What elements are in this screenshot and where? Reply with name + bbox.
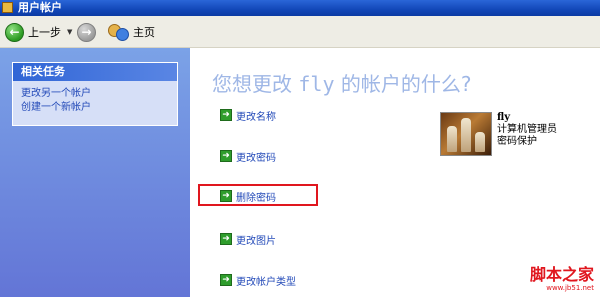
task-change-account-type[interactable]: ➜ 更改帐户类型 — [220, 272, 296, 288]
users-home-icon — [107, 22, 129, 42]
heading-prefix: 您想更改 — [212, 72, 292, 96]
related-tasks-panel: 相关任务 更改另一个帐户 创建一个新帐户 — [12, 62, 178, 126]
forward-arrow-icon: → — [77, 22, 96, 42]
watermark: 脚本之家 www.jb51.net — [530, 266, 594, 293]
user-password-status: 密码保护 — [497, 136, 537, 147]
title-bar: 用户帐户 — [0, 0, 600, 16]
back-button[interactable]: ← 上一步 ▼ — [5, 21, 72, 43]
sidebar: 相关任务 更改另一个帐户 创建一个新帐户 — [0, 48, 190, 297]
task-change-password[interactable]: ➜ 更改密码 — [220, 148, 276, 164]
task-change-name[interactable]: ➜ 更改名称 — [220, 107, 276, 123]
related-tasks-title: 相关任务 — [13, 63, 177, 81]
user-account-type: 计算机管理员 — [497, 124, 557, 135]
user-name: fly — [497, 112, 511, 123]
home-button-label: 主页 — [133, 26, 155, 39]
window-title: 用户帐户 — [18, 1, 62, 14]
watermark-logo-text: 脚本之家 — [529, 265, 594, 284]
sidebar-link-change-another-account[interactable]: 更改另一个帐户 — [21, 87, 177, 101]
forward-button[interactable]: → — [77, 21, 96, 43]
green-arrow-icon: ➜ — [220, 233, 232, 245]
home-button[interactable]: 主页 — [107, 21, 155, 43]
green-arrow-icon: ➜ — [220, 274, 232, 286]
task-label: 更改名称 — [236, 111, 276, 123]
back-dropdown-icon[interactable]: ▼ — [67, 28, 72, 36]
watermark-url: www.jb51.net — [546, 284, 594, 292]
main-panel: 您想更改 fly 的帐户的什么? ➜ 更改名称 ➜ 更改密码 ➜ 删除密码 ➜ … — [190, 48, 600, 297]
highlight-box — [198, 184, 318, 206]
heading-suffix: 的帐户的什么? — [340, 72, 472, 96]
back-button-label: 上一步 — [28, 26, 61, 39]
user-info: fly 计算机管理员 密码保护 — [497, 112, 557, 148]
back-arrow-icon: ← — [5, 22, 24, 42]
page-heading: 您想更改 fly 的帐户的什么? — [212, 68, 471, 97]
user-avatar-chess-image — [440, 112, 492, 156]
task-label: 更改帐户类型 — [236, 276, 296, 288]
task-change-picture[interactable]: ➜ 更改图片 — [220, 231, 276, 247]
toolbar: ← 上一步 ▼ → 主页 — [0, 16, 600, 48]
task-label: 更改图片 — [236, 235, 276, 247]
green-arrow-icon: ➜ — [220, 109, 232, 121]
heading-username: fly — [298, 72, 335, 96]
green-arrow-icon: ➜ — [220, 150, 232, 162]
task-label: 更改密码 — [236, 152, 276, 164]
user-accounts-app-icon — [2, 2, 13, 13]
sidebar-link-create-new-account[interactable]: 创建一个新帐户 — [21, 101, 177, 115]
